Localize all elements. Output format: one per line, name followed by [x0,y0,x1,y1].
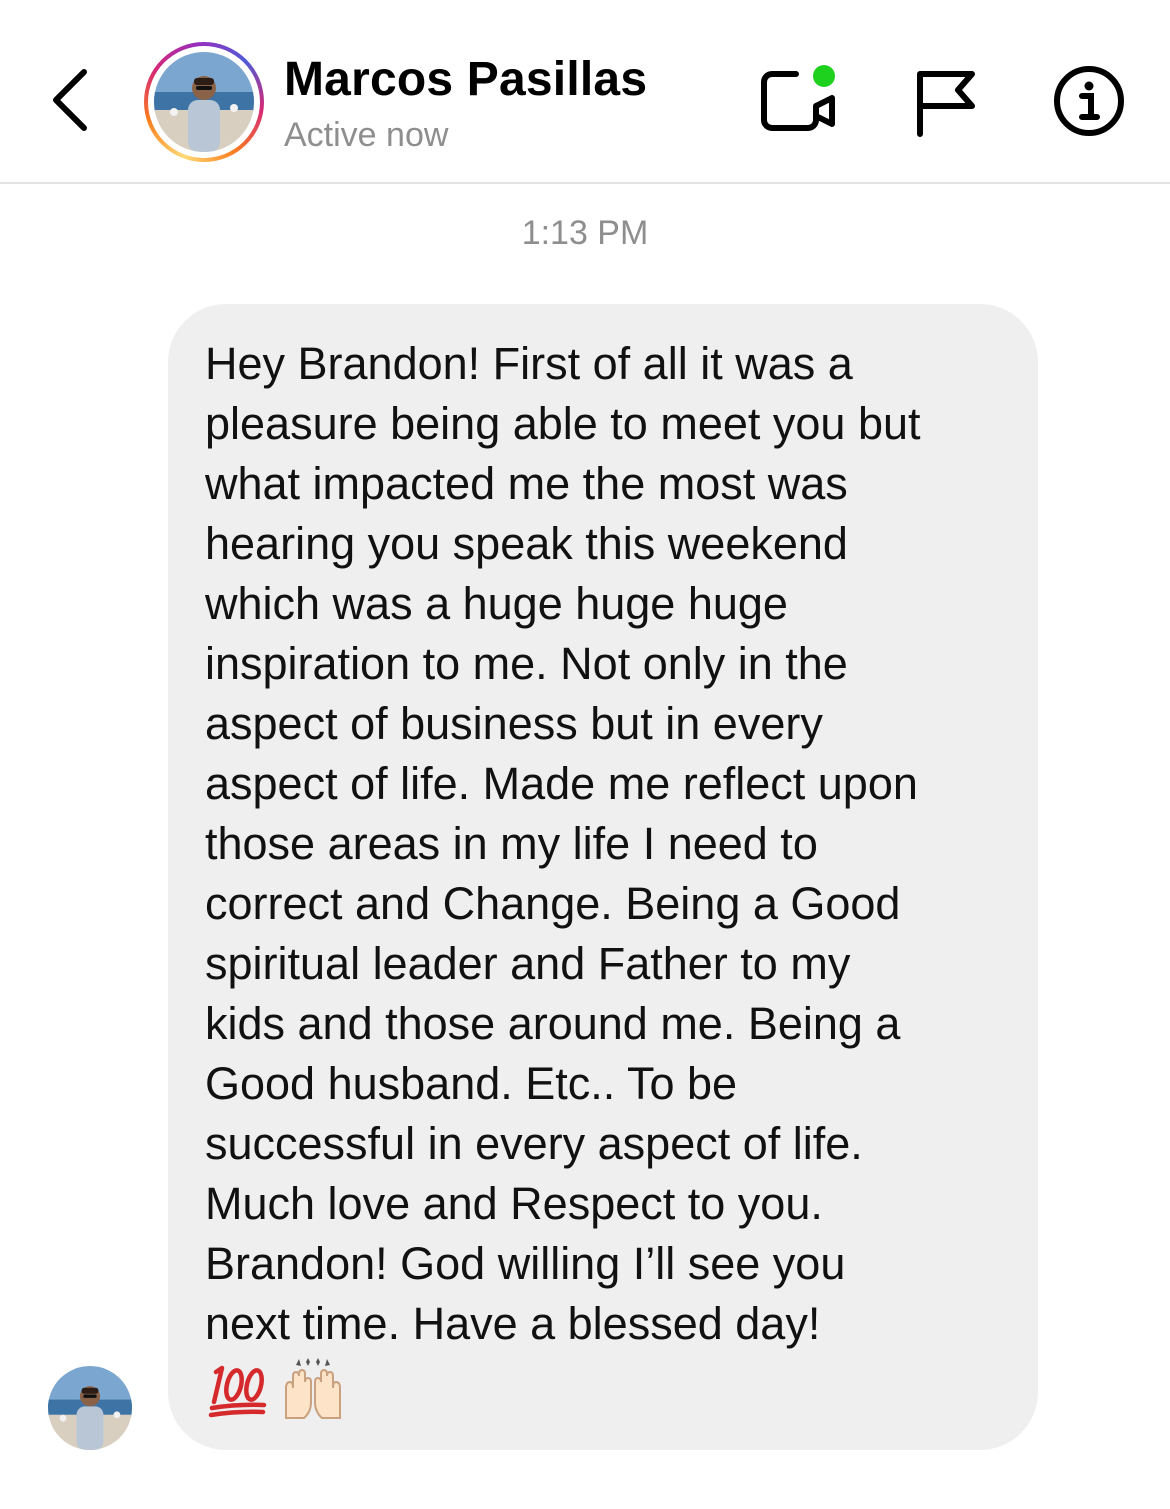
sender-avatar[interactable] [48,1366,132,1450]
avatar-photo [154,52,254,152]
contact-name[interactable]: Marcos Pasillas [284,52,647,107]
report-button[interactable] [912,66,978,138]
message-text: Hey Brandon! First of all it was a pleas… [205,338,921,1349]
message-bubble[interactable]: Hey Brandon! First of all it was a pleas… [168,304,1038,1450]
contact-avatar[interactable] [144,42,264,162]
active-status: Active now [284,116,449,154]
chat-header: Marcos Pasillas Active now [0,0,1170,184]
video-call-icon [761,65,835,131]
raising-hands-emoji [285,1358,341,1419]
back-button[interactable] [40,60,100,140]
flag-icon [917,71,975,137]
hundred-points-emoji [208,1365,267,1418]
info-button[interactable] [1052,64,1126,138]
info-icon [1054,66,1124,136]
emoji-row [208,1358,346,1422]
chevron-left-icon [53,69,87,131]
online-indicator [813,65,835,87]
message-timestamp: 1:13 PM [521,214,649,252]
video-call-button[interactable] [758,64,842,136]
